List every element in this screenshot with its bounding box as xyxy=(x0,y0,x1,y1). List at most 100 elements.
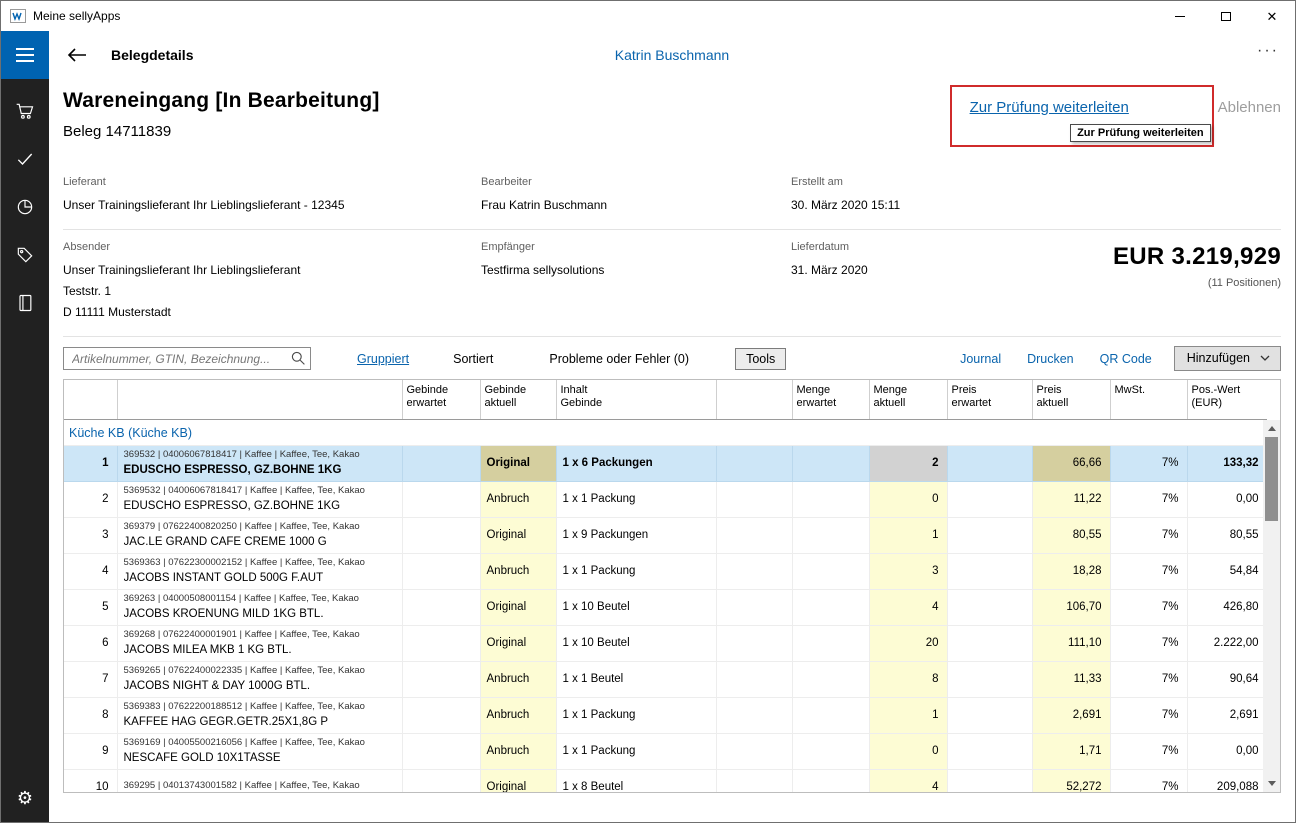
preis-aktuell-cell[interactable]: 111,10 xyxy=(1032,625,1110,661)
menge-aktuell-cell[interactable]: 4 xyxy=(869,769,947,793)
menu-button[interactable] xyxy=(1,31,49,79)
reject-button[interactable]: Ablehnen xyxy=(1218,89,1281,116)
user-name[interactable]: Katrin Buschmann xyxy=(615,47,729,63)
gebinde-aktuell-cell[interactable]: Original xyxy=(480,517,556,553)
inhalt-gebinde-cell[interactable]: 1 x 10 Beutel xyxy=(556,589,716,625)
table-row[interactable]: 2 5369532 | 04006067818417 | Kaffee | Ka… xyxy=(64,481,1267,517)
search-icon[interactable] xyxy=(290,350,306,371)
forward-for-review-link[interactable]: Zur Prüfung weiterleiten xyxy=(970,99,1129,116)
menge-aktuell-cell[interactable]: 2 xyxy=(869,445,947,481)
article-cell[interactable]: 369532 | 04006067818417 | Kaffee | Kaffe… xyxy=(117,445,402,481)
gebinde-aktuell-cell[interactable]: Original xyxy=(480,625,556,661)
more-button[interactable]: ··· xyxy=(1257,48,1279,62)
gebinde-aktuell-cell[interactable]: Original xyxy=(480,769,556,793)
column-header-pos-wert[interactable]: Pos.-Wert (EUR) xyxy=(1187,380,1267,419)
inhalt-gebinde-cell[interactable]: 1 x 10 Beutel xyxy=(556,625,716,661)
menge-aktuell-cell[interactable]: 8 xyxy=(869,661,947,697)
article-cell[interactable]: 5369265 | 07622400022335 | Kaffee | Kaff… xyxy=(117,661,402,697)
preis-aktuell-cell[interactable]: 11,22 xyxy=(1032,481,1110,517)
table-row[interactable]: 8 5369383 | 07622200188512 | Kaffee | Ka… xyxy=(64,697,1267,733)
minimize-button[interactable] xyxy=(1157,1,1203,31)
inhalt-gebinde-cell[interactable]: 1 x 1 Packung xyxy=(556,481,716,517)
vertical-scrollbar[interactable] xyxy=(1263,420,1280,792)
article-cell[interactable]: 369263 | 04000508001154 | Kaffee | Kaffe… xyxy=(117,589,402,625)
column-header-preis-erwartet[interactable]: Preis erwartet xyxy=(947,380,1032,419)
inhalt-gebinde-cell[interactable]: 1 x 6 Packungen xyxy=(556,445,716,481)
table-row[interactable]: 9 5369169 | 04005500216056 | Kaffee | Ka… xyxy=(64,733,1267,769)
table-row[interactable]: 7 5369265 | 07622400022335 | Kaffee | Ka… xyxy=(64,661,1267,697)
menge-aktuell-cell[interactable]: 1 xyxy=(869,517,947,553)
scrollbar-thumb[interactable] xyxy=(1265,437,1278,521)
table-row[interactable]: 3 369379 | 07622400820250 | Kaffee | Kaf… xyxy=(64,517,1267,553)
preis-aktuell-cell[interactable]: 52,272 xyxy=(1032,769,1110,793)
sidebar-item-tasks[interactable] xyxy=(1,135,49,183)
tools-button[interactable]: Tools xyxy=(735,348,786,370)
article-cell[interactable]: 369268 | 07622400001901 | Kaffee | Kaffe… xyxy=(117,625,402,661)
inhalt-gebinde-cell[interactable]: 1 x 8 Beutel xyxy=(556,769,716,793)
qr-code-link[interactable]: QR Code xyxy=(1100,352,1152,366)
gebinde-aktuell-cell[interactable]: Original xyxy=(480,445,556,481)
preis-aktuell-cell[interactable]: 2,691 xyxy=(1032,697,1110,733)
preis-aktuell-cell[interactable]: 80,55 xyxy=(1032,517,1110,553)
gebinde-aktuell-cell[interactable]: Anbruch xyxy=(480,697,556,733)
column-header-inhalt-gebinde[interactable]: Inhalt Gebinde xyxy=(556,380,716,419)
article-cell[interactable]: 5369532 | 04006067818417 | Kaffee | Kaff… xyxy=(117,481,402,517)
gebinde-aktuell-cell[interactable]: Anbruch xyxy=(480,481,556,517)
maximize-button[interactable] xyxy=(1203,1,1249,31)
scrollbar-up-button[interactable] xyxy=(1263,420,1280,437)
problems-link[interactable]: Probleme oder Fehler (0) xyxy=(549,352,689,366)
scrollbar-track[interactable] xyxy=(1263,437,1280,775)
scrollbar-down-button[interactable] xyxy=(1263,775,1280,792)
sidebar-item-catalog[interactable] xyxy=(1,279,49,327)
inhalt-gebinde-cell[interactable]: 1 x 9 Packungen xyxy=(556,517,716,553)
menge-aktuell-cell[interactable]: 20 xyxy=(869,625,947,661)
column-header-menge-aktuell[interactable]: Menge aktuell xyxy=(869,380,947,419)
menge-aktuell-cell[interactable]: 0 xyxy=(869,481,947,517)
table-row[interactable]: 1 369532 | 04006067818417 | Kaffee | Kaf… xyxy=(64,445,1267,481)
search-input[interactable] xyxy=(63,347,311,370)
inhalt-gebinde-cell[interactable]: 1 x 1 Packung xyxy=(556,553,716,589)
back-button[interactable] xyxy=(61,39,93,71)
column-header-gebinde-aktuell[interactable]: Gebinde aktuell xyxy=(480,380,556,419)
journal-link[interactable]: Journal xyxy=(960,352,1001,366)
menge-aktuell-cell[interactable]: 3 xyxy=(869,553,947,589)
preis-aktuell-cell[interactable]: 11,33 xyxy=(1032,661,1110,697)
inhalt-gebinde-cell[interactable]: 1 x 1 Packung xyxy=(556,733,716,769)
gebinde-aktuell-cell[interactable]: Anbruch xyxy=(480,661,556,697)
settings-button[interactable]: ⚙ xyxy=(1,774,49,822)
preis-aktuell-cell[interactable]: 1,71 xyxy=(1032,733,1110,769)
menge-aktuell-cell[interactable]: 1 xyxy=(869,697,947,733)
sidebar-item-reports[interactable] xyxy=(1,183,49,231)
view-grouped-link[interactable]: Gruppiert xyxy=(357,352,409,366)
group-header[interactable]: Küche KB (Küche KB) xyxy=(64,419,1267,445)
view-sorted-link[interactable]: Sortiert xyxy=(453,352,493,366)
preis-aktuell-cell[interactable]: 18,28 xyxy=(1032,553,1110,589)
print-link[interactable]: Drucken xyxy=(1027,352,1074,366)
menge-aktuell-cell[interactable]: 4 xyxy=(869,589,947,625)
column-header-gebinde-erwartet[interactable]: Gebinde erwartet xyxy=(402,380,480,419)
sidebar-item-labels[interactable] xyxy=(1,231,49,279)
article-cell[interactable]: 369379 | 07622400820250 | Kaffee | Kaffe… xyxy=(117,517,402,553)
table-row[interactable]: 10 369295 | 04013743001582 | Kaffee | Ka… xyxy=(64,769,1267,793)
preis-aktuell-cell[interactable]: 106,70 xyxy=(1032,589,1110,625)
table-row[interactable]: 6 369268 | 07622400001901 | Kaffee | Kaf… xyxy=(64,625,1267,661)
column-header-mwst[interactable]: MwSt. xyxy=(1110,380,1187,419)
column-header-menge-erwartet[interactable]: Menge erwartet xyxy=(792,380,869,419)
table-row[interactable]: 4 5369363 | 07622300002152 | Kaffee | Ka… xyxy=(64,553,1267,589)
preis-aktuell-cell[interactable]: 66,66 xyxy=(1032,445,1110,481)
article-cell[interactable]: 5369383 | 07622200188512 | Kaffee | Kaff… xyxy=(117,697,402,733)
gebinde-aktuell-cell[interactable]: Anbruch xyxy=(480,733,556,769)
column-header-preis-aktuell[interactable]: Preis aktuell xyxy=(1032,380,1110,419)
article-cell[interactable]: 369295 | 04013743001582 | Kaffee | Kaffe… xyxy=(117,769,402,793)
add-button[interactable]: Hinzufügen xyxy=(1174,346,1281,371)
menge-aktuell-cell[interactable]: 0 xyxy=(869,733,947,769)
sidebar-item-cart[interactable] xyxy=(1,87,49,135)
article-cell[interactable]: 5369363 | 07622300002152 | Kaffee | Kaff… xyxy=(117,553,402,589)
inhalt-gebinde-cell[interactable]: 1 x 1 Packung xyxy=(556,697,716,733)
gebinde-aktuell-cell[interactable]: Original xyxy=(480,589,556,625)
close-button[interactable]: ✕ xyxy=(1249,1,1295,31)
gebinde-aktuell-cell[interactable]: Anbruch xyxy=(480,553,556,589)
inhalt-gebinde-cell[interactable]: 1 x 1 Beutel xyxy=(556,661,716,697)
table-row[interactable]: 5 369263 | 04000508001154 | Kaffee | Kaf… xyxy=(64,589,1267,625)
article-cell[interactable]: 5369169 | 04005500216056 | Kaffee | Kaff… xyxy=(117,733,402,769)
